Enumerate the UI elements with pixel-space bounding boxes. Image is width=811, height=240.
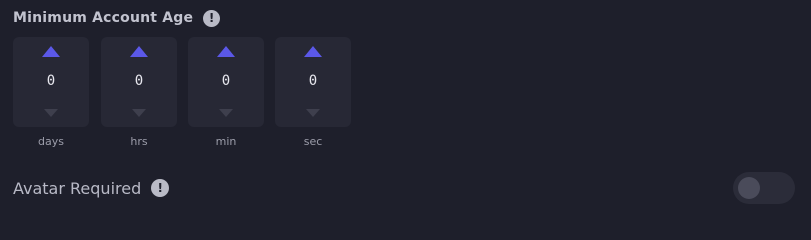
- minimum-account-age-title: Minimum Account Age: [13, 10, 194, 26]
- settings-panel: Minimum Account Age ! 0 days 0 hrs 0 min…: [0, 0, 811, 220]
- seconds-stepper: 0: [275, 37, 351, 127]
- hours-increment-arrow-icon[interactable]: [130, 46, 148, 57]
- seconds-label: sec: [303, 135, 323, 148]
- seconds-increment-arrow-icon[interactable]: [304, 46, 322, 57]
- toggle-knob: [738, 177, 760, 199]
- days-value[interactable]: 0: [13, 73, 89, 89]
- hours-value[interactable]: 0: [101, 73, 177, 89]
- minutes-value[interactable]: 0: [188, 73, 264, 89]
- seconds-value[interactable]: 0: [275, 73, 351, 89]
- hours-stepper: 0: [101, 37, 177, 127]
- minutes-increment-arrow-icon[interactable]: [217, 46, 235, 57]
- seconds-decrement-arrow-icon[interactable]: [306, 109, 320, 117]
- days-label: days: [38, 135, 64, 148]
- minutes-stepper: 0: [188, 37, 264, 127]
- minutes-label: min: [215, 135, 237, 148]
- info-icon[interactable]: !: [151, 179, 170, 197]
- hours-decrement-arrow-icon[interactable]: [132, 109, 146, 117]
- minutes-decrement-arrow-icon[interactable]: [219, 109, 233, 117]
- days-decrement-arrow-icon[interactable]: [44, 109, 58, 117]
- avatar-required-header: Avatar Required !: [13, 176, 170, 200]
- avatar-required-title: Avatar Required: [13, 178, 142, 198]
- days-stepper: 0: [13, 37, 89, 127]
- days-increment-arrow-icon[interactable]: [42, 46, 60, 57]
- info-icon[interactable]: !: [203, 9, 221, 27]
- hours-label: hrs: [130, 135, 148, 148]
- minimum-account-age-header: Minimum Account Age !: [13, 6, 221, 30]
- avatar-required-toggle[interactable]: [733, 172, 795, 204]
